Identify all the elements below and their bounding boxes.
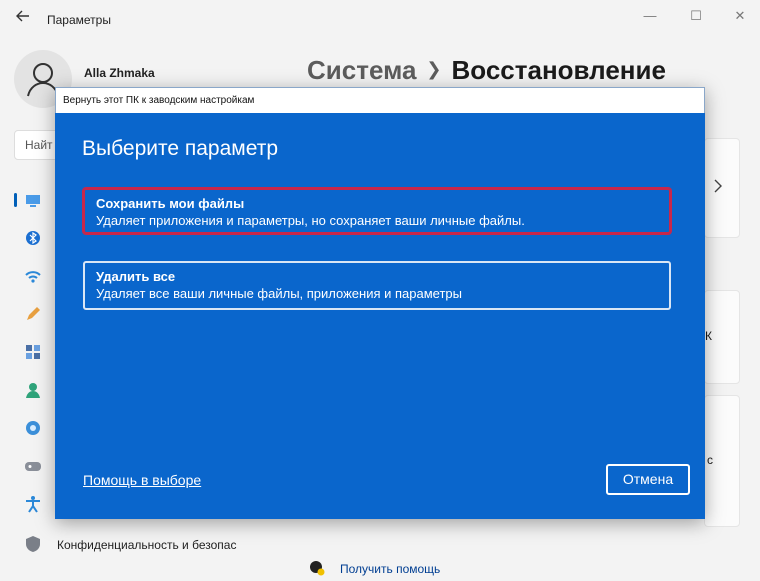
settings-card: с [704, 395, 740, 527]
chevron-right-icon: ❯ [426, 59, 442, 79]
display-icon[interactable] [24, 191, 42, 209]
card-button-fragment[interactable]: с [707, 453, 713, 467]
help-me-choose-link[interactable]: Помощь в выборе [83, 472, 201, 488]
bluetooth-icon[interactable] [24, 229, 42, 247]
breadcrumb-parent[interactable]: Система [307, 55, 416, 85]
accessibility-icon[interactable] [24, 495, 42, 513]
page-title: Восстановление [451, 55, 666, 85]
cancel-button[interactable]: Отмена [606, 464, 690, 495]
gaming-icon[interactable] [24, 457, 42, 475]
card-button-fragment[interactable]: К [705, 329, 712, 343]
option-description: Удаляет все ваши личные файлы, приложени… [96, 286, 462, 301]
app-title: Параметры [47, 13, 111, 27]
reset-pc-dialog: Вернуть этот ПК к заводским настройкам В… [55, 87, 705, 519]
accounts-icon[interactable] [24, 381, 42, 399]
maximize-button[interactable]: ☐ [681, 6, 711, 26]
option-description: Удаляет приложения и параметры, но сохра… [96, 213, 525, 228]
breadcrumb: Система ❯ Восстановление [307, 55, 666, 86]
keep-my-files-option[interactable]: Сохранить мои файлы Удаляет приложения и… [83, 188, 671, 234]
remove-everything-option[interactable]: Удалить все Удаляет все ваши личные файл… [83, 261, 671, 310]
apps-icon[interactable] [24, 343, 42, 361]
minimize-button[interactable]: — [635, 6, 665, 26]
wifi-icon[interactable] [24, 267, 42, 285]
option-title: Удалить все [96, 269, 176, 284]
option-title: Сохранить мои файлы [96, 196, 245, 211]
time-language-icon[interactable] [24, 419, 42, 437]
get-help-link[interactable]: Получить помощь [340, 562, 440, 576]
sidebar-item-privacy[interactable]: Конфиденциальность и безопас [57, 538, 257, 552]
user-name: Alla Zhmaka [84, 66, 155, 80]
selection-indicator [14, 193, 17, 207]
settings-card[interactable] [704, 138, 740, 238]
settings-card: К [704, 290, 740, 384]
chevron-right-icon [714, 179, 722, 193]
pen-icon[interactable] [24, 305, 42, 323]
dialog-title-bar: Вернуть этот ПК к заводским настройкам [55, 87, 705, 113]
title-bar: Параметры — ☐ ✕ [0, 0, 760, 40]
dialog-title: Вернуть этот ПК к заводским настройкам [63, 95, 255, 106]
help-icon [309, 560, 325, 576]
close-button[interactable]: ✕ [725, 6, 755, 26]
dialog-heading: Выберите параметр [82, 137, 279, 160]
back-arrow-icon[interactable] [12, 8, 34, 30]
shield-icon[interactable] [24, 535, 42, 553]
